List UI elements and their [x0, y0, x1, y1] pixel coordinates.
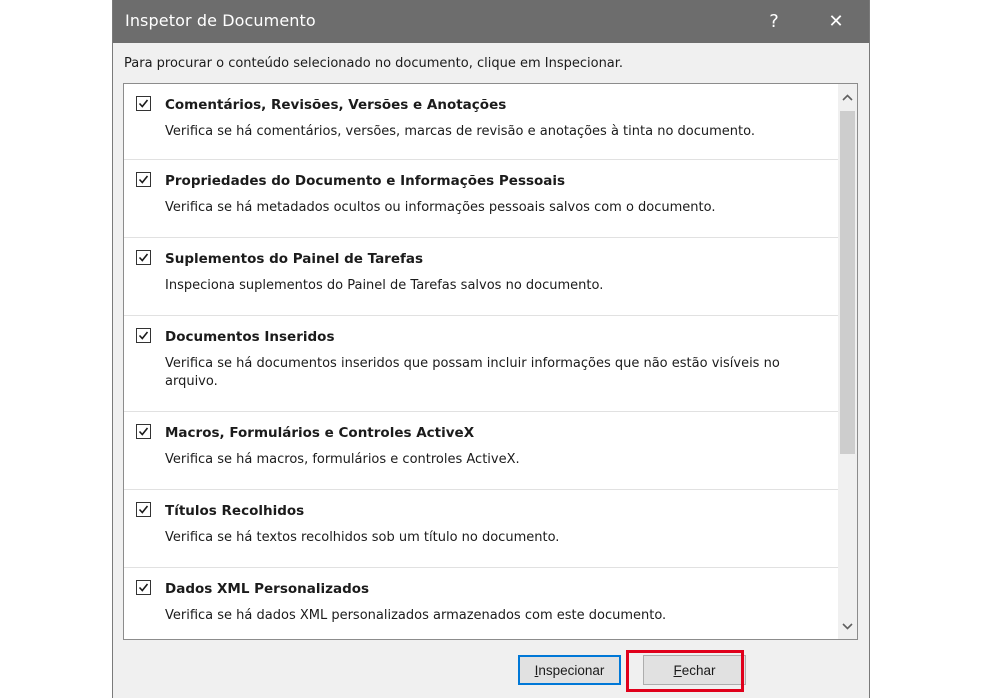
scrollbar-thumb[interactable]	[840, 111, 855, 454]
close-button[interactable]: ✕	[813, 0, 859, 43]
item-description: Verifica se há macros, formulários e con…	[165, 452, 520, 467]
checkbox[interactable]	[136, 502, 151, 517]
checkbox[interactable]	[136, 172, 151, 187]
checkbox[interactable]	[136, 580, 151, 595]
list-item: Suplementos do Painel de Tarefas Inspecio…	[124, 238, 838, 316]
instruction-text: Para procurar o conteúdo selecionado no …	[124, 56, 624, 71]
item-title: Suplementos do Painel de Tarefas	[165, 251, 424, 267]
list-item: Comentários, Revisões, Versões e Anotaçõ…	[124, 84, 838, 160]
list-item: Propriedades do Documento e Informações …	[124, 160, 838, 238]
scroll-up-arrow-icon[interactable]	[838, 86, 857, 108]
dialog-title: Inspetor de Documento	[125, 11, 316, 30]
inspect-button[interactable]: Inspecionar	[518, 655, 621, 685]
list-item: Dados XML Personalizados Verifica se há d…	[124, 568, 838, 639]
item-description: Verifica se há documentos inseridos que …	[165, 356, 780, 389]
item-description: Verifica se há dados XML personalizados …	[165, 608, 667, 623]
item-title: Dados XML Personalizados	[165, 581, 370, 597]
document-inspector-dialog: Inspetor de Documento ? ✕ Para procurar …	[112, 0, 870, 698]
checkbox[interactable]	[136, 250, 151, 265]
scroll-down-arrow-icon[interactable]	[838, 615, 857, 637]
list-item: Documentos Inseridos Verifica se há docum…	[124, 316, 838, 412]
item-title: Propriedades do Documento e Informações …	[165, 173, 566, 189]
item-title: Macros, Formulários e Controles ActiveX	[165, 425, 475, 441]
item-title: Títulos Recolhidos	[165, 503, 305, 519]
title-bar: Inspetor de Documento ? ✕	[113, 0, 869, 43]
item-title: Comentários, Revisões, Versões e Anotaçõ…	[165, 97, 507, 113]
item-description: Verifica se há textos recolhidos sob um …	[165, 530, 560, 545]
item-description: Inspeciona suplementos do Painel de Tare…	[165, 278, 604, 293]
inspection-list: Comentários, Revisões, Versões e Anotaçõ…	[123, 83, 858, 640]
checkbox[interactable]	[136, 424, 151, 439]
item-title: Documentos Inseridos	[165, 329, 335, 345]
vertical-scrollbar[interactable]	[838, 84, 857, 639]
inspect-button-highlight	[626, 650, 744, 692]
checkbox[interactable]	[136, 328, 151, 343]
help-button[interactable]: ?	[751, 0, 797, 43]
checkbox[interactable]	[136, 96, 151, 111]
item-description: Verifica se há comentários, versões, mar…	[165, 124, 755, 139]
list-item: Macros, Formulários e Controles ActiveX V…	[124, 412, 838, 490]
inspect-label-rest: nspecionar	[538, 662, 605, 678]
item-description: Verifica se há metadados ocultos ou info…	[165, 200, 716, 215]
inspection-list-items: Comentários, Revisões, Versões e Anotaçõ…	[124, 84, 838, 639]
list-item: Títulos Recolhidos Verifica se há textos …	[124, 490, 838, 568]
